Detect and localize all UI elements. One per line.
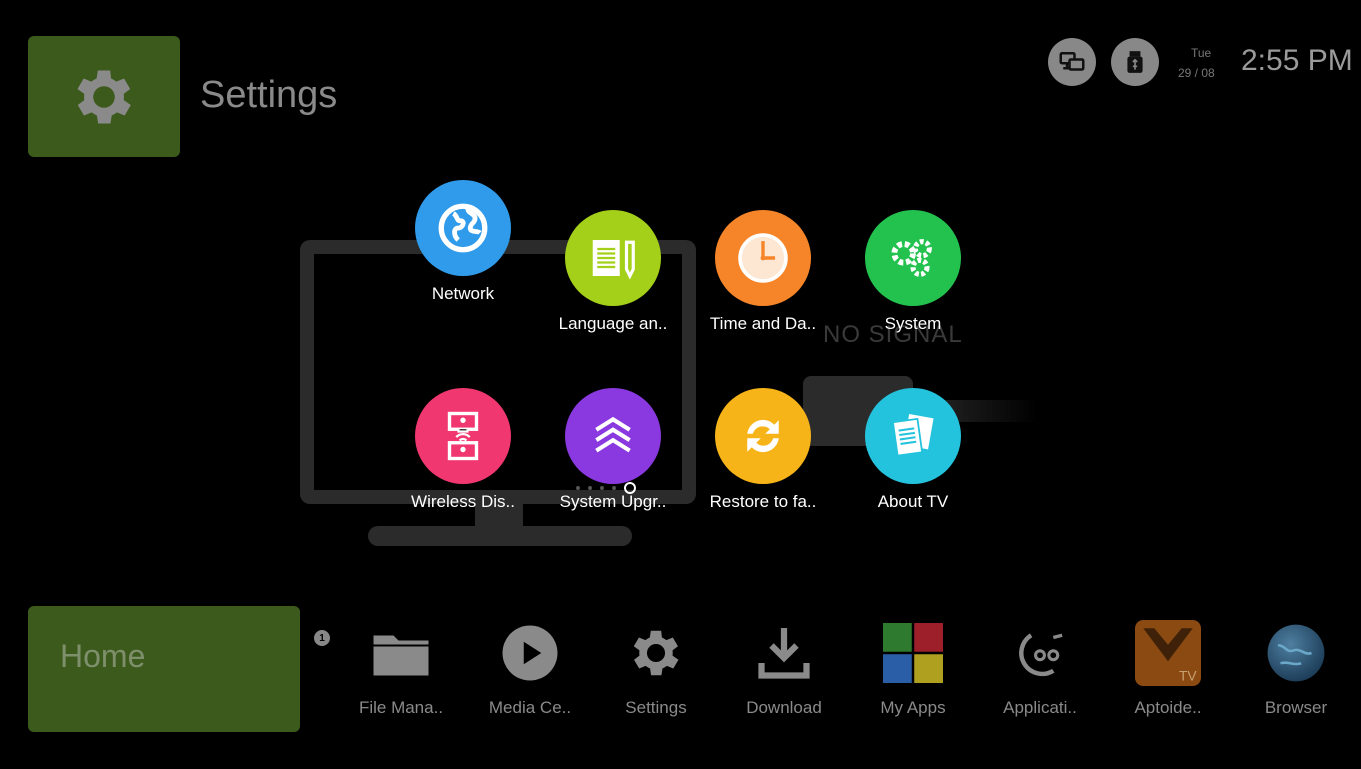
application-store-icon — [980, 618, 1100, 688]
date-number: 29 / 08 — [1178, 66, 1215, 80]
app-label: Applicati.. — [1003, 698, 1077, 717]
option-time-date[interactable]: Time and Da.. — [693, 210, 833, 334]
document-pencil-icon — [565, 210, 661, 306]
settings-header-tile — [28, 36, 180, 157]
option-label: System — [884, 314, 942, 333]
download-icon — [724, 618, 844, 688]
option-label: About TV — [877, 492, 949, 511]
option-about-tv[interactable]: About TV — [843, 388, 983, 512]
date-day: Tue — [1191, 46, 1212, 60]
option-language[interactable]: Language an.. — [543, 210, 683, 334]
globe-browser-icon — [1236, 618, 1356, 688]
option-label: Time and Da.. — [709, 314, 817, 333]
tv-stand-base — [368, 526, 632, 546]
network-devices-icon — [1048, 38, 1096, 86]
gears-icon — [865, 210, 961, 306]
documents-icon — [865, 388, 961, 484]
option-label: System Upgr.. — [559, 492, 667, 511]
app-label: File Mana.. — [358, 698, 444, 717]
page-title: Settings — [200, 74, 338, 116]
option-network[interactable]: Network — [393, 180, 533, 304]
app-label: Media Ce.. — [488, 698, 572, 717]
home-label: Home — [60, 638, 146, 674]
app-file-manager[interactable]: File Mana.. — [341, 618, 461, 718]
wireless-display-icon — [415, 388, 511, 484]
usb-icon — [1111, 38, 1159, 86]
globe-icon — [415, 180, 511, 276]
option-wireless-display[interactable]: Wireless Dis.. — [393, 388, 533, 512]
notification-badge: 1 — [314, 630, 330, 646]
app-label: Settings — [625, 698, 687, 717]
app-settings[interactable]: Settings — [596, 618, 716, 718]
home-tile[interactable]: Home — [28, 606, 300, 732]
option-label: Wireless Dis.. — [411, 492, 515, 511]
app-application[interactable]: Applicati.. — [980, 618, 1100, 718]
app-label: Browser — [1264, 698, 1328, 717]
option-system[interactable]: System — [843, 210, 983, 334]
refresh-icon — [715, 388, 811, 484]
app-my-apps[interactable]: My Apps — [853, 618, 973, 718]
option-label: Restore to fa.. — [709, 492, 817, 511]
gear-icon — [77, 69, 131, 124]
aptoide-icon: TV — [1108, 618, 1228, 688]
apps-grid-icon — [853, 618, 973, 688]
option-restore-factory[interactable]: Restore to fa.. — [693, 388, 833, 512]
svg-text:TV: TV — [1179, 669, 1197, 684]
folder-icon — [341, 618, 461, 688]
app-label: My Apps — [880, 698, 946, 717]
app-download[interactable]: Download — [724, 618, 844, 718]
app-aptoide[interactable]: TV Aptoide.. — [1108, 618, 1228, 718]
play-icon — [470, 618, 590, 688]
upgrade-chevrons-icon — [565, 388, 661, 484]
app-label: Aptoide.. — [1134, 698, 1202, 717]
option-label: Network — [431, 284, 495, 303]
gear-icon — [596, 618, 716, 688]
app-browser[interactable]: Browser — [1236, 618, 1356, 718]
clock: 2:55 PM — [1241, 44, 1353, 77]
tv-launcher: Settings Tue 29 / 08 2:55 PM NO SIGNAL N… — [8, 8, 1356, 763]
clock-icon — [715, 210, 811, 306]
option-label: Language an.. — [558, 314, 668, 333]
option-system-upgrade[interactable]: System Upgr.. — [543, 388, 683, 512]
app-media-center[interactable]: Media Ce.. — [470, 618, 590, 718]
app-label: Download — [746, 698, 822, 717]
